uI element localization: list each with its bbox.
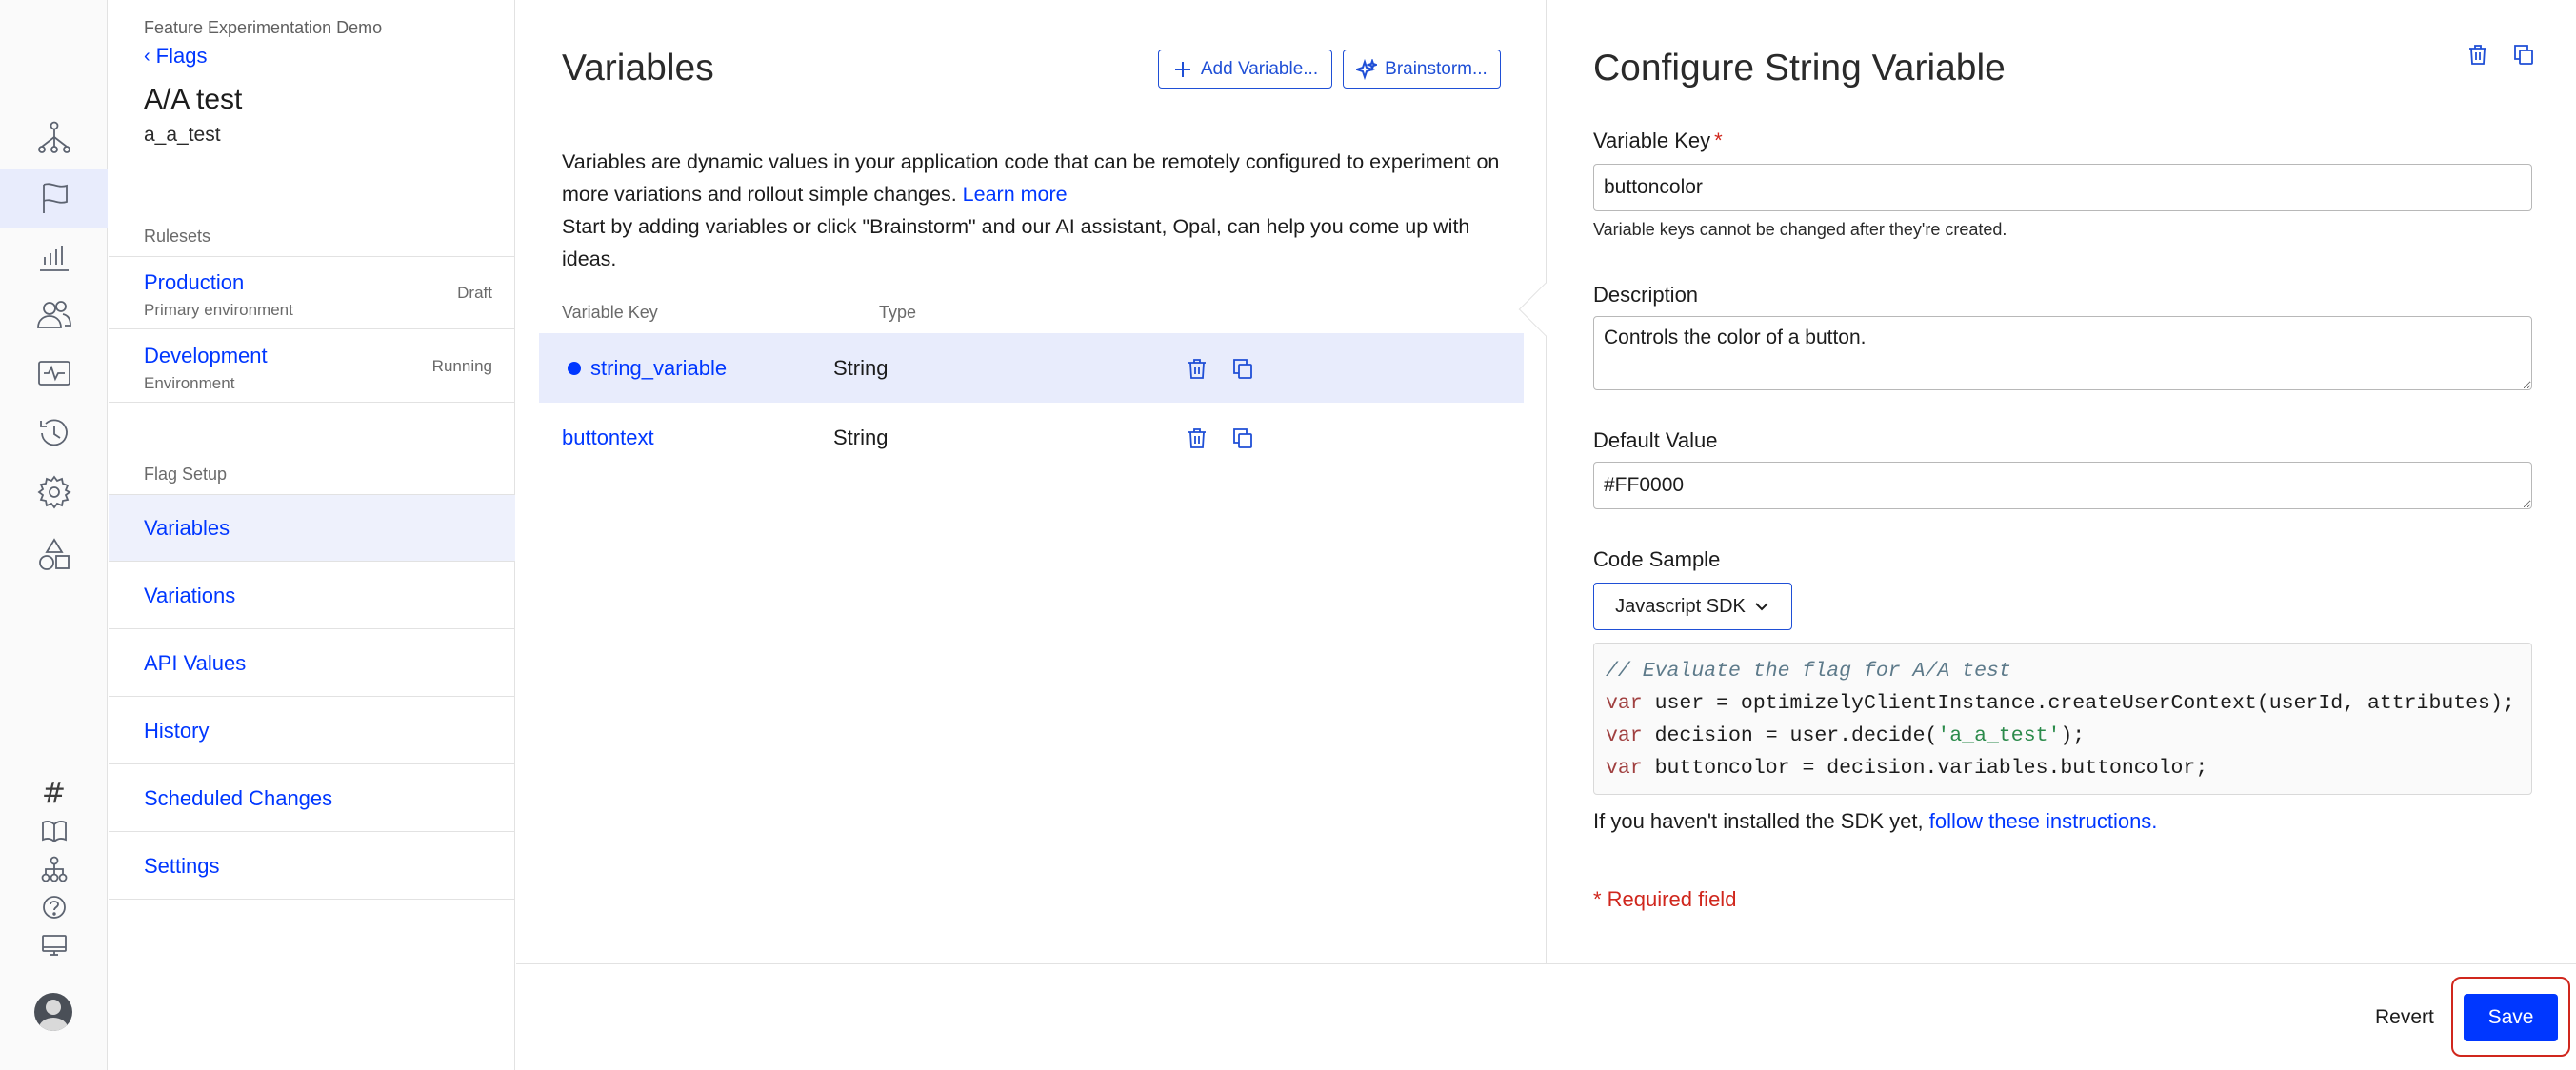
ruleset-env: Primary environment: [144, 301, 293, 319]
sparkle-icon: [1356, 58, 1378, 80]
icon-rail: #: [0, 0, 108, 1070]
required-field-note: * Required field: [1593, 887, 1737, 911]
page-title: Variables: [562, 48, 714, 89]
history-icon[interactable]: [19, 404, 89, 463]
config-title: Configure String Variable: [1593, 48, 2006, 89]
desktop-icon[interactable]: [19, 916, 89, 975]
variable-type: String: [833, 426, 889, 449]
ruleset-name: Production: [144, 270, 245, 294]
back-to-flags-link[interactable]: ‹ Flags: [144, 44, 207, 69]
ruleset-status: Draft: [457, 284, 492, 302]
revert-button[interactable]: Revert: [2375, 1006, 2434, 1029]
ruleset-development[interactable]: Development Environment Running: [109, 330, 515, 403]
add-variable-label: Add Variable...: [1200, 58, 1319, 79]
default-value-label: Default Value: [1593, 428, 1718, 452]
avatar[interactable]: [34, 993, 72, 1031]
trash-icon[interactable]: [2464, 40, 2492, 69]
sdk-install-note: If you haven't installed the SDK yet, fo…: [1593, 809, 2158, 833]
column-header-key: Variable Key: [562, 303, 658, 322]
ruleset-production[interactable]: Production Primary environment Draft: [109, 257, 515, 329]
configure-variable-panel: Configure String Variable Variable Key * …: [1546, 0, 2576, 963]
setup-item-variables[interactable]: Variables: [109, 495, 515, 562]
back-label: Flags: [155, 44, 208, 68]
sdk-select[interactable]: Javascript SDK: [1593, 583, 1792, 630]
flag-setup-label: Flag Setup: [144, 465, 228, 484]
code-sample-label: Code Sample: [1593, 547, 1721, 571]
sdk-instructions-link[interactable]: follow these instructions.: [1929, 809, 2158, 833]
setup-item-scheduled-changes[interactable]: Scheduled Changes: [109, 765, 515, 832]
trash-icon[interactable]: [1183, 354, 1211, 383]
variables-panel: Variables Add Variable... Brainstorm... …: [516, 0, 1546, 963]
rulesets-label: Rulesets: [144, 227, 211, 246]
variable-key-link[interactable]: buttontext: [562, 426, 654, 450]
flow-icon[interactable]: [19, 109, 89, 168]
trash-icon[interactable]: [1183, 424, 1211, 452]
brainstorm-button[interactable]: Brainstorm...: [1343, 50, 1501, 89]
ruleset-name: Development: [144, 344, 268, 367]
flag-icon[interactable]: [0, 169, 108, 228]
chart-icon[interactable]: [19, 227, 89, 286]
add-variable-button[interactable]: Add Variable...: [1158, 50, 1332, 89]
setup-item-api-values[interactable]: API Values: [109, 630, 515, 697]
ruleset-env: Environment: [144, 374, 235, 392]
sdk-selected-label: Javascript SDK: [1615, 595, 1746, 617]
variable-key-link[interactable]: string_variable: [590, 356, 727, 381]
chevron-down-icon: [1755, 603, 1768, 611]
brainstorm-label: Brainstorm...: [1385, 58, 1488, 79]
column-header-type: Type: [879, 303, 917, 322]
flag-key: a_a_test: [144, 124, 221, 146]
shapes-icon[interactable]: [19, 525, 89, 585]
copy-icon[interactable]: [1228, 424, 1257, 452]
setup-item-settings[interactable]: Settings: [109, 833, 515, 900]
project-name: Feature Experimentation Demo: [144, 18, 383, 37]
monitor-icon[interactable]: [19, 345, 89, 404]
variable-key-label: Variable Key *: [1593, 129, 1723, 152]
code-sample[interactable]: // Evaluate the flag for A/A test var us…: [1593, 643, 2532, 795]
variables-description: Variables are dynamic values in your app…: [562, 146, 1514, 275]
setup-item-history[interactable]: History: [109, 698, 515, 764]
save-button[interactable]: Save: [2464, 994, 2558, 1041]
learn-more-link[interactable]: Learn more: [963, 183, 1068, 206]
footer-bar: Revert Save: [516, 963, 2576, 1070]
description-text-2: Start by adding variables or click "Brai…: [562, 215, 1470, 270]
ruleset-status: Running: [431, 357, 492, 375]
copy-icon[interactable]: [2509, 40, 2538, 69]
variable-key-input[interactable]: [1593, 164, 2532, 211]
default-value-input[interactable]: #FF0000: [1593, 462, 2532, 509]
required-mark: *: [1714, 129, 1723, 152]
variable-key-helper: Variable keys cannot be changed after th…: [1593, 220, 2007, 239]
chevron-left-icon: ‹: [144, 45, 150, 67]
table-row[interactable]: string_variable String: [539, 333, 1524, 403]
flag-nav: Feature Experimentation Demo ‹ Flags A/A…: [109, 0, 515, 1070]
table-row[interactable]: buttontext String: [539, 403, 1524, 472]
plus-icon: [1174, 61, 1190, 77]
users-icon[interactable]: [19, 286, 89, 345]
flag-title: A/A test: [144, 84, 243, 115]
gear-icon[interactable]: [19, 463, 89, 522]
description-label: Description: [1593, 283, 1699, 307]
description-input[interactable]: Controls the color of a button.: [1593, 316, 2532, 390]
variable-type: String: [833, 356, 889, 380]
selected-dot-icon: [568, 362, 581, 375]
setup-item-variations[interactable]: Variations: [109, 563, 515, 629]
copy-icon[interactable]: [1228, 354, 1257, 383]
